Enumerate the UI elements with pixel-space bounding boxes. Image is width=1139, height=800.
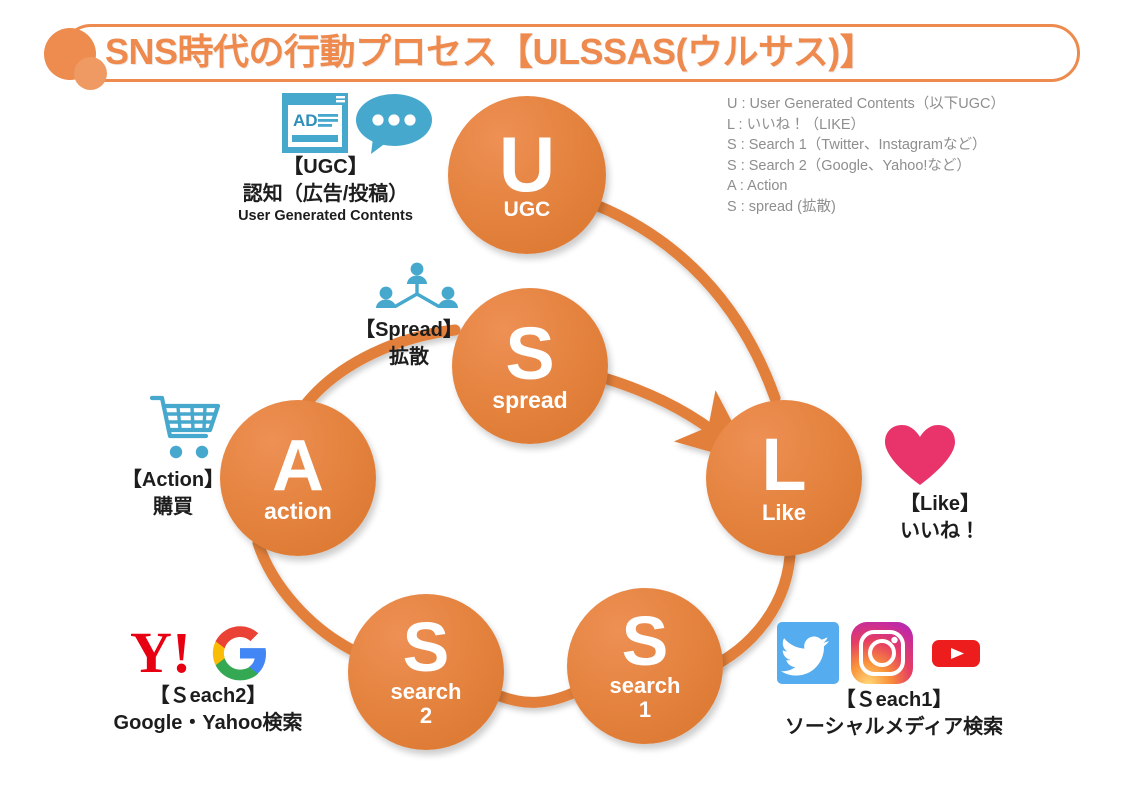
- action-label-line2: 購買: [153, 495, 193, 518]
- ugc-label: 【UGC】 認知（広告/投稿） User Generated Contents: [203, 155, 448, 225]
- node-search1-caption-line2: 1: [638, 697, 652, 723]
- spread-icon-row: [372, 262, 462, 324]
- ugc-label-line1: 【UGC】: [283, 156, 368, 178]
- node-ugc[interactable]: U UGC: [448, 96, 606, 254]
- search1-icon-row: [777, 622, 987, 684]
- shopping-cart-icon: [149, 395, 221, 459]
- node-spread-letter: S: [505, 311, 555, 395]
- ad-card-icon: AD: [282, 93, 348, 153]
- instagram-icon: [851, 622, 913, 684]
- search2-label: 【Ｓeach2】 Google・Yahoo検索: [88, 684, 328, 736]
- yahoo-icon: Y!: [130, 620, 191, 685]
- google-icon: [212, 626, 266, 681]
- node-like[interactable]: L Like: [706, 400, 862, 556]
- node-search2[interactable]: S search 2: [348, 594, 504, 750]
- action-label: 【Action】 購買: [108, 468, 238, 520]
- ugc-label-line2: 認知（広告/投稿）: [242, 182, 409, 205]
- node-ugc-letter: U: [498, 120, 556, 209]
- youtube-icon: [925, 622, 987, 684]
- ring-segment-search1-to-search2: [494, 687, 579, 708]
- search2-icon-row: Y!: [130, 620, 290, 685]
- node-search1[interactable]: S search 1: [567, 588, 723, 744]
- node-spread-caption: spread: [492, 386, 568, 413]
- node-like-caption: Like: [761, 500, 807, 526]
- spread-label: 【Spread】 拡散: [330, 318, 488, 370]
- search1-label-line2: ソーシャルメディア検索: [784, 715, 1004, 738]
- search2-label-line1: 【Ｓeach2】: [149, 685, 267, 707]
- title-decoration-small-dot-icon: [74, 57, 107, 90]
- diagram-canvas: SNS時代の行動プロセス【ULSSAS(ウルサス)】 U : User Gene…: [0, 0, 1139, 800]
- spread-label-line1: 【Spread】: [355, 319, 463, 341]
- action-icon-row: [148, 390, 224, 462]
- node-search2-letter: S: [402, 608, 450, 687]
- ring-segment-u-to-l: [590, 199, 781, 404]
- node-search2-caption-line1: search: [390, 678, 462, 704]
- node-search2-caption: search 2: [390, 678, 462, 729]
- node-like-letter: L: [761, 423, 807, 507]
- node-search1-caption-line1: search: [609, 672, 681, 698]
- arrow-spread-to-like: [598, 372, 755, 465]
- speech-bubble-icon: [356, 94, 432, 154]
- node-action-letter: A: [272, 425, 324, 506]
- ugc-icon-row: AD: [281, 92, 433, 154]
- heart-icon: [885, 425, 955, 485]
- action-label-line1: 【Action】: [121, 469, 225, 491]
- search1-label-line1: 【Ｓeach1】: [835, 689, 953, 711]
- svg-text:Y!: Y!: [130, 620, 191, 685]
- like-label-line1: 【Like】: [899, 493, 981, 515]
- page-title: SNS時代の行動プロセス【ULSSAS(ウルサス)】: [105, 31, 876, 72]
- ugc-label-line3: User Generated Contents: [238, 207, 413, 224]
- node-search1-caption: search 1: [609, 672, 681, 723]
- search1-label: 【Ｓeach1】 ソーシャルメディア検索: [744, 688, 1044, 740]
- like-label-line2: いいね！: [900, 519, 980, 542]
- spread-label-line2: 拡散: [389, 345, 429, 368]
- like-label: 【Like】 いいね！: [860, 492, 1020, 544]
- node-action[interactable]: A action: [220, 400, 376, 556]
- svg-text:AD: AD: [293, 111, 318, 130]
- twitter-icon: [777, 622, 839, 684]
- like-icon-row: [884, 424, 956, 488]
- node-ugc-caption: UGC: [503, 197, 551, 221]
- search2-label-line2: Google・Yahoo検索: [113, 711, 303, 734]
- node-search1-letter: S: [621, 602, 669, 681]
- people-network-icon: [376, 262, 458, 308]
- node-search2-caption-line2: 2: [419, 703, 433, 729]
- node-action-caption: action: [264, 498, 332, 525]
